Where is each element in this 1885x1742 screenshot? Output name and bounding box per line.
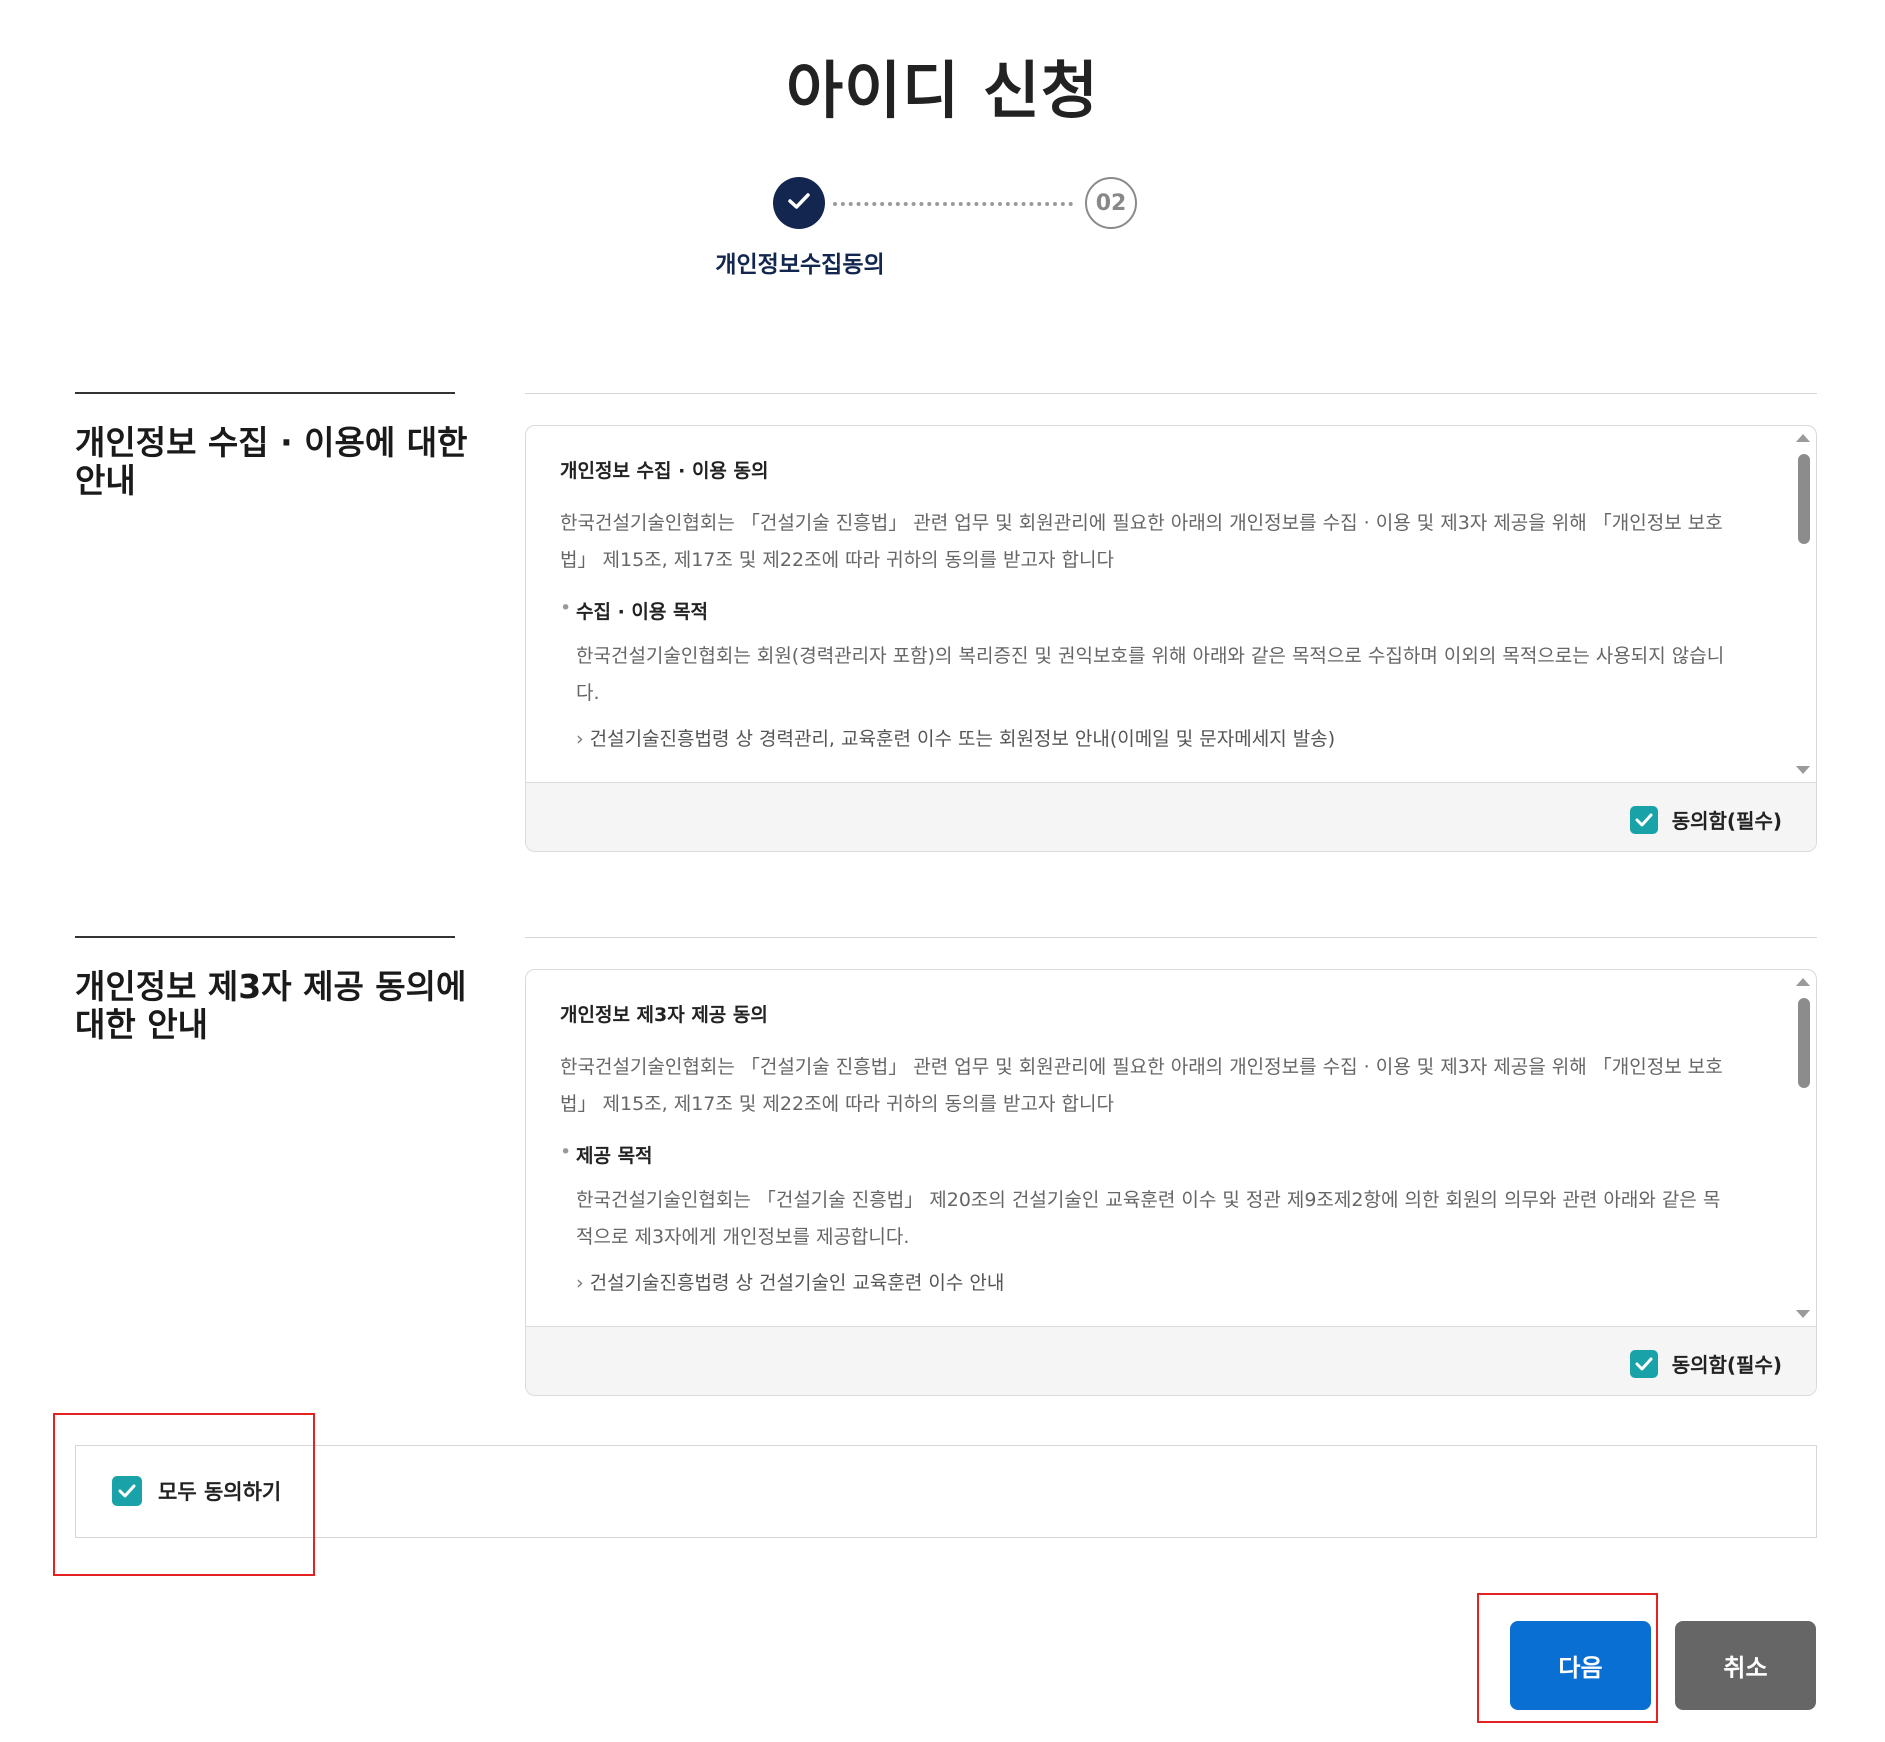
- scroll-thumb[interactable]: [1798, 998, 1810, 1088]
- step-2: 02: [1085, 177, 1137, 229]
- section-divider: [525, 937, 1817, 938]
- check-icon: [1635, 1357, 1653, 1370]
- terms-box-collection: 개인정보 수집 · 이용 동의 한국건설기술인협회는 「건설기술 진흥법」 관련…: [525, 425, 1817, 852]
- terms-scroll-area[interactable]: 개인정보 제3자 제공 동의 한국건설기술인협회는 「건설기술 진흥법」 관련 …: [526, 970, 1816, 1326]
- section-divider: [75, 392, 455, 394]
- terms-intro: 한국건설기술인협회는 「건설기술 진흥법」 관련 업무 및 회원관리에 필요한 …: [560, 512, 1723, 571]
- scroll-thumb[interactable]: [1798, 454, 1810, 544]
- scrollbar[interactable]: [1794, 426, 1816, 782]
- scroll-down-arrow-icon[interactable]: [1796, 1310, 1810, 1318]
- checkbox-checked[interactable]: [1629, 1349, 1658, 1378]
- chevron-right-icon: ›: [576, 1272, 584, 1294]
- scroll-up-arrow-icon[interactable]: [1796, 434, 1810, 442]
- terms-footer: 동의함(필수): [526, 1326, 1816, 1395]
- terms-sub-text: 건설기술진흥법령 상 건설기술인 교육훈련 이수 안내: [589, 1272, 1005, 1294]
- scroll-up-arrow-icon[interactable]: [1796, 978, 1810, 986]
- agree-checkbox-third-party[interactable]: 동의함(필수): [1629, 1349, 1782, 1378]
- terms-scroll-area[interactable]: 개인정보 수집 · 이용 동의 한국건설기술인협회는 「건설기술 진흥법」 관련…: [526, 426, 1816, 782]
- section-divider: [75, 936, 455, 938]
- check-icon: [788, 192, 810, 214]
- step-2-number: 02: [1095, 190, 1127, 216]
- step-1-label: 개인정보수집동의: [715, 252, 885, 278]
- terms-sub-text: 건설기술진흥법령 상 경력관리, 교육훈련 이수 또는 회원정보 안내(이메일 …: [589, 728, 1336, 750]
- section-divider: [525, 393, 1817, 394]
- section-heading-collection: 개인정보 수집 · 이용에 대한 안내: [75, 423, 468, 500]
- terms-box-third-party: 개인정보 제3자 제공 동의 한국건설기술인협회는 「건설기술 진흥법」 관련 …: [525, 969, 1817, 1396]
- check-icon: [1635, 813, 1653, 826]
- terms-title: 개인정보 수집 · 이용 동의: [560, 460, 769, 482]
- bullet-dot-icon: •: [560, 597, 572, 619]
- scroll-down-arrow-icon[interactable]: [1796, 766, 1810, 774]
- terms-bullet-heading: • 제공 목적: [560, 1141, 1726, 1168]
- terms-description: 한국건설기술인협회는 「건설기술 진흥법」 제20조의 건설기술인 교육훈련 이…: [576, 1189, 1721, 1248]
- terms-sub-item: › 건설기술진흥법령 상 경력관리, 교육훈련 이수 또는 회원정보 안내(이메일…: [576, 724, 1726, 751]
- terms-description: 한국건설기술인협회는 회원(경력관리자 포함)의 복리증진 및 권익보호를 위해…: [576, 645, 1725, 704]
- page-title: 아이디 신청: [786, 54, 1099, 127]
- terms-footer: 동의함(필수): [526, 782, 1816, 851]
- highlight-box-next: [1477, 1593, 1658, 1723]
- agree-checkbox-collection[interactable]: 동의함(필수): [1629, 805, 1782, 834]
- chevron-right-icon: ›: [576, 728, 584, 750]
- terms-bullet-text: 수집 · 이용 목적: [576, 601, 708, 623]
- terms-bullet-text: 제공 목적: [576, 1145, 653, 1167]
- bullet-dot-icon: •: [560, 1141, 572, 1163]
- agree-all-panel: 모두 동의하기: [75, 1445, 1817, 1538]
- terms-intro: 한국건설기술인협회는 「건설기술 진흥법」 관련 업무 및 회원관리에 필요한 …: [560, 1056, 1723, 1115]
- highlight-box-agree-all: [53, 1413, 315, 1576]
- terms-sub-item: › 건설기술진흥법령 상 건설기술인 교육훈련 이수 안내: [576, 1268, 1726, 1295]
- agree-label[interactable]: 동의함(필수): [1672, 1349, 1782, 1378]
- agree-label[interactable]: 동의함(필수): [1672, 805, 1782, 834]
- checkbox-checked[interactable]: [1629, 805, 1658, 834]
- step-1-complete: [773, 177, 825, 229]
- terms-bullet-heading: • 수집 · 이용 목적: [560, 597, 1726, 624]
- scrollbar[interactable]: [1794, 970, 1816, 1326]
- step-connector: [833, 202, 1073, 206]
- cancel-button[interactable]: 취소: [1675, 1621, 1816, 1710]
- terms-title: 개인정보 제3자 제공 동의: [560, 1004, 768, 1026]
- section-heading-third-party: 개인정보 제3자 제공 동의에 대한 안내: [75, 967, 467, 1044]
